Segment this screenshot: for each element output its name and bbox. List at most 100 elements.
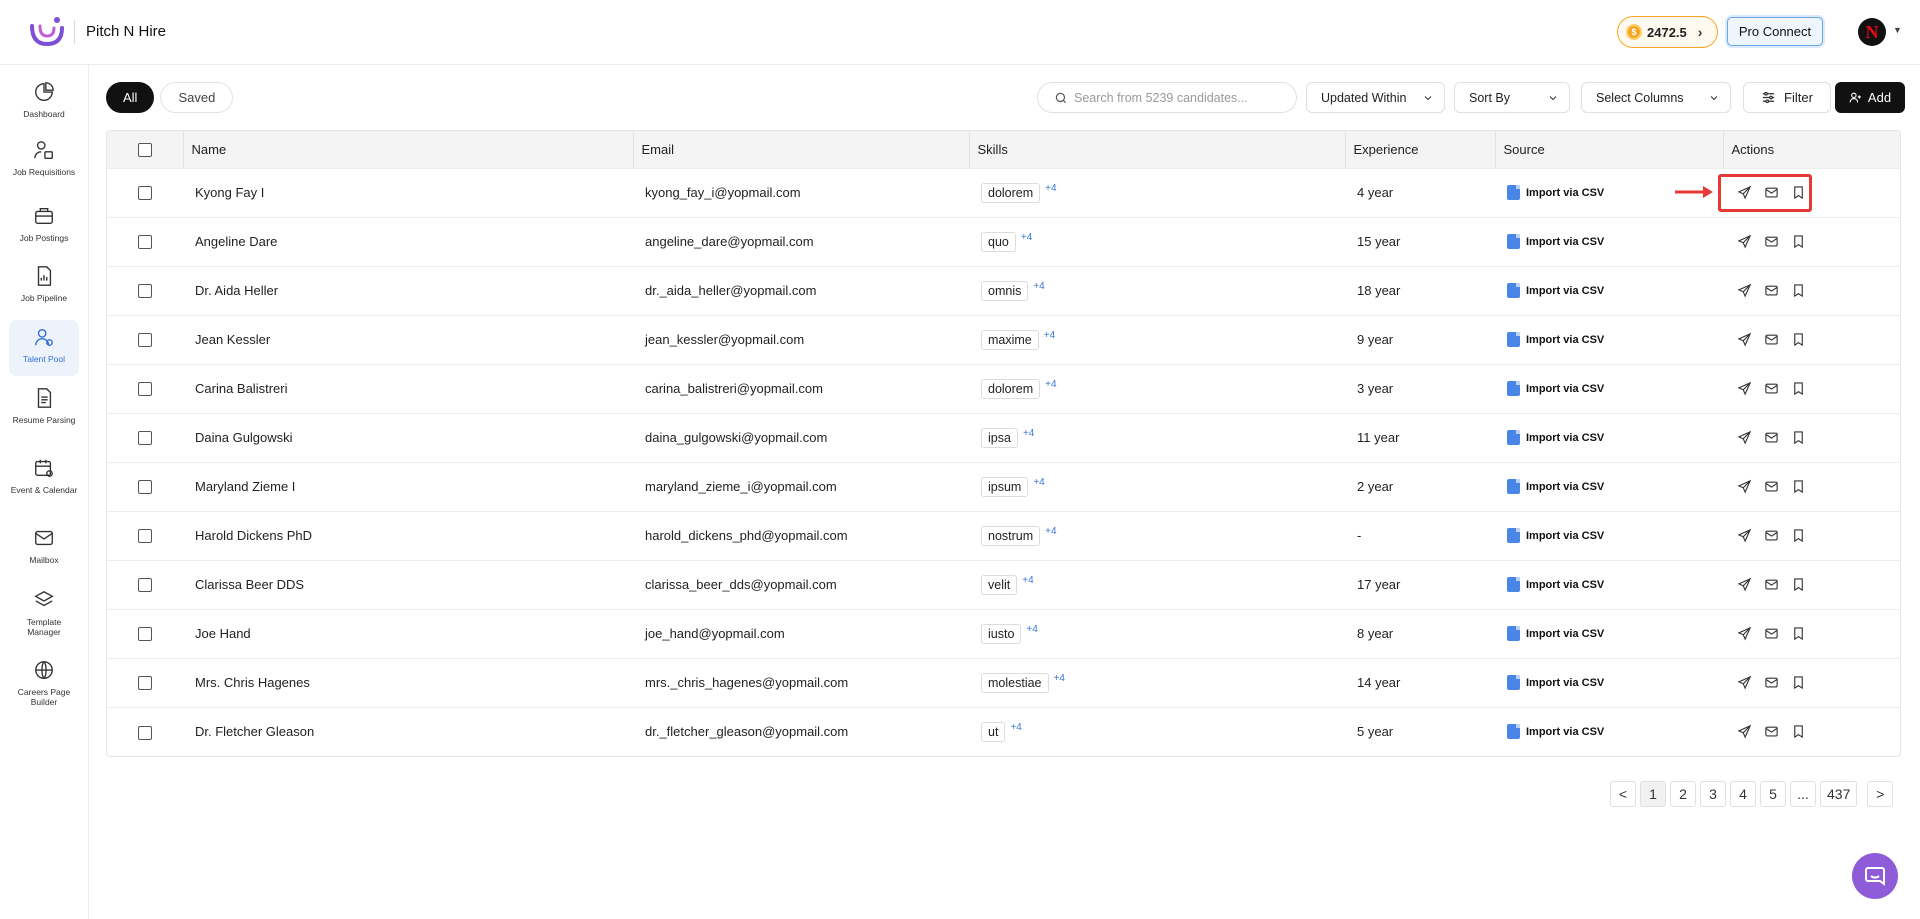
more-skills-link[interactable]: +4 <box>1022 575 1033 586</box>
bookmark-icon[interactable] <box>1791 479 1806 494</box>
header-name[interactable]: Name <box>183 131 634 168</box>
more-skills-link[interactable]: +4 <box>1033 477 1044 488</box>
table-row[interactable]: Jean Kessler jean_kessler@yopmail.com maxi… <box>107 315 1900 364</box>
row-checkbox[interactable] <box>138 676 152 691</box>
more-skills-link[interactable]: +4 <box>1044 330 1055 341</box>
row-checkbox[interactable] <box>138 480 152 495</box>
send-icon[interactable] <box>1737 675 1752 690</box>
candidate-name[interactable]: Daina Gulgowski <box>183 413 633 462</box>
send-icon[interactable] <box>1737 528 1752 543</box>
candidate-name[interactable]: Jean Kessler <box>183 315 633 364</box>
send-icon[interactable] <box>1737 283 1752 298</box>
candidate-name[interactable]: Dr. Aida Heller <box>183 266 633 315</box>
bookmark-icon[interactable] <box>1791 675 1806 690</box>
page-4-button[interactable]: 4 <box>1730 781 1756 807</box>
more-skills-link[interactable]: +4 <box>1045 526 1056 537</box>
pitch-n-hire-logo[interactable] <box>28 14 66 48</box>
more-skills-link[interactable]: +4 <box>1045 183 1056 194</box>
chat-widget-button[interactable] <box>1852 853 1898 899</box>
more-skills-link[interactable]: +4 <box>1023 428 1034 439</box>
caret-down-icon[interactable]: ▼ <box>1893 25 1902 35</box>
bookmark-icon[interactable] <box>1791 234 1806 249</box>
row-checkbox[interactable] <box>138 725 152 740</box>
page-437-button[interactable]: 437 <box>1820 781 1858 807</box>
sidebar-item-job-requisitions[interactable]: Job Requisitions <box>9 139 79 199</box>
table-row[interactable]: Mrs. Chris Hagenes mrs._chris_hagenes@yop… <box>107 658 1900 707</box>
header-source[interactable]: Source <box>1495 131 1724 168</box>
bookmark-icon[interactable] <box>1791 577 1806 592</box>
table-row[interactable]: Harold Dickens PhD harold_dickens_phd@yop… <box>107 511 1900 560</box>
prev-page-button[interactable]: < <box>1610 781 1636 807</box>
add-candidate-button[interactable]: Add <box>1835 82 1905 113</box>
pro-connect-button[interactable]: Pro Connect <box>1727 17 1823 46</box>
page-2-button[interactable]: 2 <box>1670 781 1696 807</box>
email-icon[interactable] <box>1764 381 1779 396</box>
sidebar-item-talent-pool[interactable]: Talent Pool <box>9 320 79 376</box>
candidate-name[interactable]: Clarissa Beer DDS <box>183 560 633 609</box>
send-icon[interactable] <box>1737 381 1752 396</box>
tab-all[interactable]: All <box>106 82 155 113</box>
sidebar-item-mailbox[interactable]: Mailbox <box>9 527 79 579</box>
row-checkbox[interactable] <box>138 333 152 348</box>
more-skills-link[interactable]: +4 <box>1045 379 1056 390</box>
row-checkbox[interactable] <box>138 284 152 299</box>
send-icon[interactable] <box>1737 430 1752 445</box>
page-5-button[interactable]: 5 <box>1760 781 1786 807</box>
email-icon[interactable] <box>1764 577 1779 592</box>
candidate-name[interactable]: Dr. Fletcher Gleason <box>183 707 633 756</box>
table-row[interactable]: Dr. Aida Heller dr._aida_heller@yopmail.c… <box>107 266 1900 315</box>
page-1-button[interactable]: 1 <box>1640 781 1666 807</box>
candidate-name[interactable]: Kyong Fay I <box>183 168 633 217</box>
coins-balance-button[interactable]: $ 2472.5 › <box>1617 16 1718 48</box>
row-checkbox[interactable] <box>138 578 152 593</box>
bookmark-icon[interactable] <box>1791 430 1806 445</box>
updated-within-select[interactable]: Updated Within <box>1306 82 1445 113</box>
candidate-name[interactable]: Joe Hand <box>183 609 633 658</box>
page-ellipsis[interactable]: ... <box>1790 781 1816 807</box>
table-row[interactable]: Angeline Dare angeline_dare@yopmail.com qu… <box>107 217 1900 266</box>
page-3-button[interactable]: 3 <box>1700 781 1726 807</box>
candidate-name[interactable]: Harold Dickens PhD <box>183 511 633 560</box>
email-icon[interactable] <box>1764 724 1779 739</box>
email-icon[interactable] <box>1764 283 1779 298</box>
email-icon[interactable] <box>1764 675 1779 690</box>
candidate-name[interactable]: Angeline Dare <box>183 217 633 266</box>
send-icon[interactable] <box>1737 626 1752 641</box>
sidebar-item-job-pipeline[interactable]: Job Pipeline <box>9 265 79 317</box>
sidebar-item-template-manager[interactable]: Template Manager <box>9 589 79 649</box>
filter-button[interactable]: Filter <box>1743 82 1831 113</box>
sidebar-item-event-calendar[interactable]: Event & Calendar <box>9 457 79 517</box>
header-email[interactable]: Email <box>633 131 970 168</box>
email-icon[interactable] <box>1764 528 1779 543</box>
select-columns-select[interactable]: Select Columns <box>1581 82 1731 113</box>
send-icon[interactable] <box>1737 577 1752 592</box>
sidebar-item-dashboard[interactable]: Dashboard <box>9 81 79 133</box>
more-skills-link[interactable]: +4 <box>1054 673 1065 684</box>
candidate-name[interactable]: Carina Balistreri <box>183 364 633 413</box>
select-all-checkbox[interactable] <box>137 143 152 158</box>
more-skills-link[interactable]: +4 <box>1010 722 1021 733</box>
send-icon[interactable] <box>1737 234 1752 249</box>
bookmark-icon[interactable] <box>1791 724 1806 739</box>
row-checkbox[interactable] <box>138 627 152 642</box>
bookmark-icon[interactable] <box>1791 626 1806 641</box>
bookmark-icon[interactable] <box>1791 283 1806 298</box>
candidate-search[interactable] <box>1037 82 1297 113</box>
user-avatar[interactable]: N <box>1858 18 1886 46</box>
sidebar-item-job-postings[interactable]: Job Postings <box>9 205 79 257</box>
table-row[interactable]: Kyong Fay I kyong_fay_i@yopmail.com dolore… <box>107 168 1900 217</box>
table-row[interactable]: Daina Gulgowski daina_gulgowski@yopmail.c… <box>107 413 1900 462</box>
more-skills-link[interactable]: +4 <box>1021 232 1032 243</box>
bookmark-icon[interactable] <box>1791 528 1806 543</box>
send-icon[interactable] <box>1737 724 1752 739</box>
email-icon[interactable] <box>1764 626 1779 641</box>
candidate-name[interactable]: Mrs. Chris Hagenes <box>183 658 633 707</box>
sidebar-item-careers-page-builder[interactable]: Careers Page Builder <box>9 659 79 719</box>
sort-by-select[interactable]: Sort By <box>1454 82 1570 113</box>
more-skills-link[interactable]: +4 <box>1026 624 1037 635</box>
row-checkbox[interactable] <box>138 431 152 446</box>
table-row[interactable]: Dr. Fletcher Gleason dr._fletcher_gleason… <box>107 707 1900 756</box>
email-icon[interactable] <box>1764 479 1779 494</box>
email-icon[interactable] <box>1764 430 1779 445</box>
email-icon[interactable] <box>1764 234 1779 249</box>
